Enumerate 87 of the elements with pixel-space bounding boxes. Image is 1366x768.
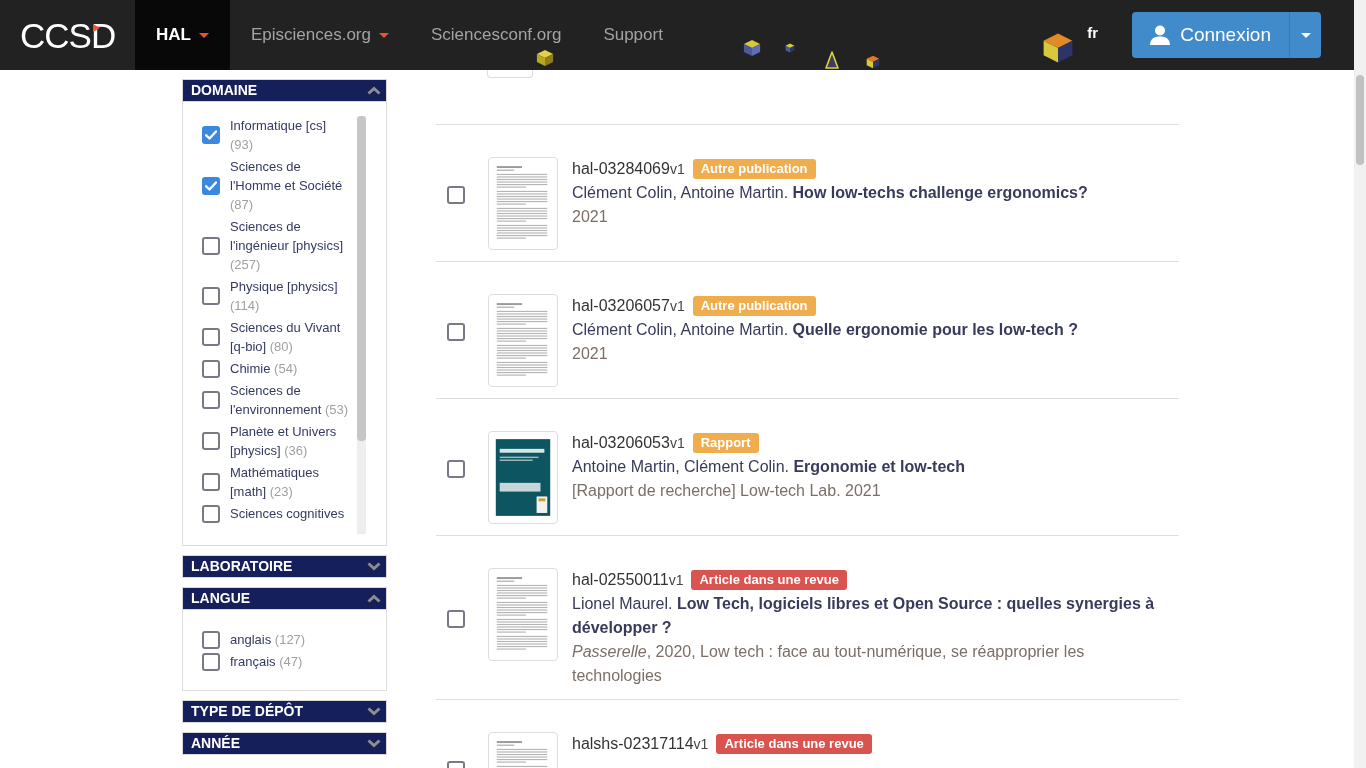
nav-menu-item[interactable]: Episciences.org [229, 0, 410, 70]
document-id[interactable]: hal-03206057 [572, 294, 670, 318]
checkbox[interactable] [202, 287, 220, 305]
report-cover-thumbnail[interactable] [488, 431, 558, 524]
citation-text[interactable]: Clément Colin, Antoine Martin. Quelle ergonomie pour les low-tech ? [572, 318, 1172, 342]
version-number: v1 [669, 434, 685, 453]
facet-header[interactable]: ANNÉE [182, 732, 387, 755]
option-label[interactable]: Physique [physics] (114) [230, 277, 350, 315]
checkbox[interactable] [202, 504, 220, 523]
option-label[interactable]: anglais (127) [230, 630, 350, 649]
cube-icon [785, 43, 795, 53]
checkbox[interactable] [202, 391, 220, 409]
chevron-down-icon [367, 739, 381, 748]
checkbox[interactable] [202, 176, 220, 195]
document-id[interactable]: hal-03284069 [572, 157, 670, 181]
chevron-up-icon [367, 86, 381, 95]
facet-header[interactable]: DOMAINE [182, 79, 387, 102]
option-label[interactable]: Sciences de l'Homme et Société (87) [230, 157, 350, 214]
citation-text[interactable]: Clément Colin, Antoine Martin. How low-techs challenge ergonomics? [572, 181, 1172, 205]
document-id[interactable]: hal-02550011 [572, 568, 669, 592]
checkbox[interactable] [202, 359, 220, 378]
language-switch-link[interactable]: fr [1087, 24, 1099, 42]
caret-icon [1300, 32, 1311, 38]
login-button[interactable]: Connexion [1132, 12, 1289, 58]
document-thumbnail[interactable] [488, 157, 558, 250]
option-label[interactable]: Chimie (54) [230, 359, 350, 378]
checkbox[interactable] [447, 185, 465, 204]
publication-details: Passerelle, 2020, Low tech : face au tout-numérique, se réapproprier les technologies [572, 642, 1086, 686]
checkbox[interactable] [447, 610, 465, 628]
option-label[interactable]: Sciences de l'environnement (53) [230, 381, 350, 419]
chevron-up-icon [367, 594, 381, 603]
site-logo[interactable]: CCSD [20, 17, 116, 53]
document-type-label: Rapport [692, 433, 759, 453]
scrollbar-thumb[interactable] [357, 116, 366, 441]
checkbox[interactable] [202, 236, 220, 255]
cube-icon [1042, 32, 1074, 64]
checkbox[interactable] [202, 432, 220, 450]
document-id[interactable]: hal-03206053 [572, 431, 670, 455]
facet-header[interactable]: TYPE DE DÉPÔT [182, 700, 387, 723]
publication-details: 2021 [572, 344, 609, 364]
checkbox[interactable] [202, 652, 220, 671]
version-number: v1 [669, 297, 685, 316]
option-label[interactable]: Informatique [cs] (93) [230, 116, 350, 154]
pyramid-icon [825, 51, 839, 69]
checkmark-icon [205, 180, 217, 191]
facet-header[interactable]: LANGUE [182, 587, 387, 610]
facet-header[interactable]: LABORATOIRE [182, 555, 387, 578]
document-thumbnail[interactable] [488, 568, 558, 661]
publication-details: 2021 [572, 207, 609, 227]
option-label[interactable]: Sciences de l'ingénieur [physics] (257) [230, 217, 350, 274]
checkbox[interactable] [202, 473, 220, 491]
nav-menu-item[interactable]: Sciencesconf.org [409, 0, 583, 70]
checkbox[interactable] [202, 630, 220, 649]
triangle-icon [93, 24, 100, 32]
checkbox[interactable] [202, 126, 220, 144]
document-thumbnail[interactable] [488, 294, 558, 387]
checkbox[interactable] [447, 322, 465, 341]
version-number: v1 [693, 735, 709, 754]
option-label[interactable]: Mathématiques [math] (23) [230, 463, 350, 501]
option-label[interactable]: Planète et Univers [physics] (36) [230, 422, 350, 460]
checkbox[interactable] [447, 459, 465, 478]
chevron-down-icon [367, 562, 381, 571]
chevron-down-icon [367, 707, 381, 716]
checkbox[interactable] [202, 328, 220, 346]
option-label[interactable]: français (47) [230, 652, 350, 671]
version-number: v1 [669, 160, 685, 179]
document-type-label: Article dans une revue [691, 570, 847, 590]
publication-details: [Rapport de recherche] Low-tech Lab. 2021 [572, 481, 882, 501]
dropdown-toggle-button[interactable] [1289, 12, 1321, 58]
cube-icon [743, 39, 761, 57]
document-type-label: Autre publication [692, 296, 816, 316]
user-icon [1150, 25, 1171, 45]
cube-icon [536, 49, 554, 67]
option-label[interactable]: Sciences du Vivant [q-bio] (80) [230, 318, 350, 356]
option-label[interactable]: Sciences cognitives [230, 504, 350, 523]
version-number: v1 [668, 571, 684, 590]
document-id[interactable]: halshs-02317114 [572, 732, 694, 756]
document-type-label: Autre publication [692, 159, 816, 179]
citation-text[interactable]: Antoine Martin, Clément Colin. Ergonomie et low-tech [572, 455, 1172, 479]
document-type-label: Article dans une revue [716, 734, 872, 754]
scrollbar-thumb[interactable] [1356, 75, 1364, 165]
nav-menu-item[interactable]: Support [582, 0, 684, 70]
nav-menu-item[interactable]: HAL [135, 0, 230, 70]
citation-text[interactable]: Lionel Maurel. Low Tech, logiciels libres et Open Source : quelles synergies à développer ? [572, 592, 1172, 640]
thumbnail-frame [487, 70, 533, 78]
cube-icon [866, 55, 880, 69]
checkmark-icon [205, 130, 217, 140]
